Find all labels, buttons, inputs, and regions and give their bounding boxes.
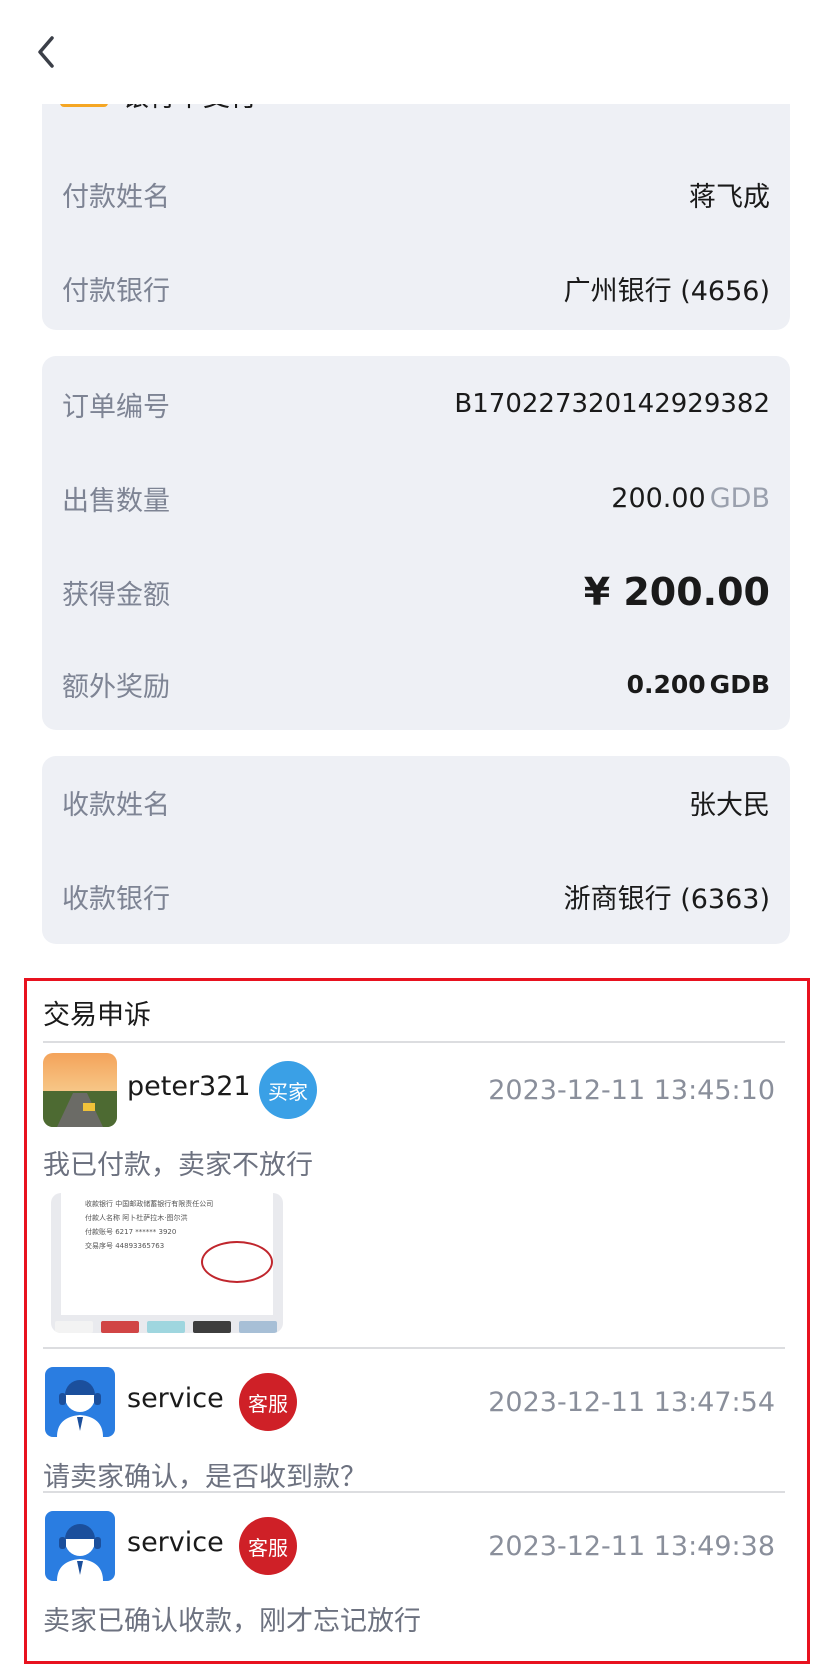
user-name: service (127, 1383, 224, 1414)
buyer-badge: 买家 (259, 1061, 317, 1119)
back-button[interactable] (30, 30, 70, 74)
order-number-row: 订单编号 B170227320142929382 (62, 384, 770, 424)
service-badge: 客服 (239, 1517, 297, 1575)
received-amount-value: ¥ 200.00 (583, 570, 770, 614)
top-bar (0, 0, 832, 104)
landscape-photo-icon (43, 1053, 117, 1127)
trade-appeal-section: 交易申诉 peter321 买家 2023-12-11 13:45:10 我已付… (24, 978, 810, 1664)
payment-card: 银行卡支付 付款姓名 蒋飞成 付款银行 广州银行 (4656) (42, 81, 790, 330)
service-badge: 客服 (239, 1373, 297, 1431)
preview-tab (239, 1321, 277, 1333)
order-number-label: 订单编号 (62, 391, 170, 423)
bonus-number: 0.200 (626, 669, 706, 699)
receipt-line: 收款银行 中国邮政储蓄银行有限责任公司 (85, 1200, 214, 1208)
bonus-row: 额外奖励 0.200 GDB (62, 664, 770, 704)
receiver-name-label: 收款姓名 (62, 789, 170, 821)
appeal-message: peter321 买家 2023-12-11 13:45:10 我已付款，卖家不… (43, 1053, 785, 1343)
appeal-message: service 客服 2023-12-11 13:47:54 请卖家确认，是否收… (43, 1365, 785, 1495)
payer-bank-label: 付款银行 (62, 275, 170, 307)
avatar[interactable] (43, 1365, 117, 1439)
received-amount-label: 获得金额 (62, 579, 170, 611)
preview-tab (55, 1321, 93, 1333)
support-agent-icon (45, 1511, 115, 1581)
payer-name-row: 付款姓名 蒋飞成 (62, 174, 770, 214)
appeal-message: service 客服 2023-12-11 13:49:38 卖家已确认收款，刚… (43, 1509, 785, 1649)
bonus-label: 额外奖励 (62, 671, 170, 703)
receiver-card: 收款姓名 张大民 收款银行 浙商银行 (6363) (42, 756, 790, 944)
message-time: 2023-12-11 13:47:54 (488, 1387, 775, 1418)
bonus-value: 0.200 GDB (627, 670, 770, 699)
payer-name-label: 付款姓名 (62, 181, 170, 213)
order-number-value: B170227320142929382 (454, 389, 770, 419)
order-card: 订单编号 B170227320142929382 出售数量 200.00 GDB … (42, 356, 790, 730)
divider (43, 1347, 785, 1349)
receiver-bank-row: 收款银行 浙商银行 (6363) (62, 876, 770, 916)
received-amount-row: 获得金额 ¥ 200.00 (62, 570, 770, 614)
official-stamp (201, 1241, 273, 1283)
avatar[interactable] (43, 1053, 117, 1127)
sell-quantity-value: 200.00 GDB (611, 483, 770, 514)
appeal-title: 交易申诉 (43, 1000, 151, 1031)
receipt-line: 付款账号 6217 ****** 3920 (85, 1228, 177, 1236)
receipt-paper: 收款银行 中国邮政储蓄银行有限责任公司 付款人名称 阿卜杜萨拉木·图尔洪 付款账… (61, 1193, 273, 1315)
sell-quantity-row: 出售数量 200.00 GDB (62, 478, 770, 518)
receipt-line: 交易序号 44893365763 (85, 1242, 165, 1250)
receiver-bank-label: 收款银行 (62, 883, 170, 915)
receiver-name-row: 收款姓名 张大民 (62, 782, 770, 822)
receiver-name-value: 张大民 (689, 789, 770, 821)
sell-quantity-number: 200.00 (611, 482, 706, 514)
bonus-unit: GDB (709, 669, 770, 699)
message-text: 请卖家确认，是否收到款？ (43, 1462, 367, 1493)
payer-bank-value: 广州银行 (4656) (563, 275, 770, 307)
preview-tab (147, 1321, 185, 1333)
divider (43, 1491, 785, 1493)
preview-tab (101, 1321, 139, 1333)
payer-name-value: 蒋飞成 (689, 181, 770, 213)
receipt-line: 付款人名称 阿卜杜萨拉木·图尔洪 (85, 1214, 188, 1222)
message-time: 2023-12-11 13:49:38 (488, 1531, 775, 1562)
user-name: service (127, 1527, 224, 1558)
receiver-bank-value: 浙商银行 (6363) (563, 883, 770, 915)
support-agent-icon (45, 1367, 115, 1437)
message-text: 卖家已确认收款，刚才忘记放行 (43, 1606, 421, 1637)
avatar[interactable] (43, 1509, 117, 1583)
message-time: 2023-12-11 13:45:10 (488, 1075, 775, 1106)
payment-proof-image[interactable]: 收款银行 中国邮政储蓄银行有限责任公司 付款人名称 阿卜杜萨拉木·图尔洪 付款账… (51, 1193, 283, 1333)
user-name: peter321 (127, 1071, 251, 1102)
preview-tab (193, 1321, 231, 1333)
sell-quantity-unit: GDB (709, 482, 770, 514)
message-text: 我已付款，卖家不放行 (43, 1150, 313, 1181)
sell-quantity-label: 出售数量 (62, 485, 170, 517)
divider (43, 1041, 785, 1043)
chevron-left-icon (38, 36, 54, 68)
payer-bank-row: 付款银行 广州银行 (4656) (62, 268, 770, 308)
